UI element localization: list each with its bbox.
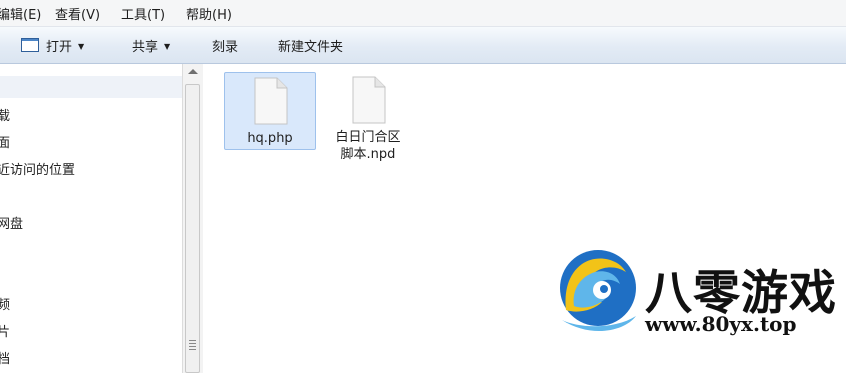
nav-item-recent-places[interactable]: 近访问的位置 bbox=[0, 159, 75, 178]
command-toolbar: 打开 ▼ 共享 ▼ 刻录 新建文件夹 bbox=[0, 27, 846, 64]
share-label: 共享 bbox=[132, 40, 159, 55]
window-icon bbox=[21, 38, 39, 52]
nav-item-desktop[interactable]: 面 bbox=[0, 132, 10, 151]
menu-tools[interactable]: 工具(T) bbox=[121, 4, 165, 23]
open-label: 打开 bbox=[46, 40, 73, 55]
nav-item-cloud-drive[interactable]: 网盘 bbox=[0, 213, 23, 232]
file-name-line1: 白日门合区 bbox=[335, 130, 401, 145]
grip-icon bbox=[189, 340, 196, 352]
nav-item-videos[interactable]: 频 bbox=[0, 294, 10, 313]
open-button[interactable]: 打开 ▼ bbox=[21, 36, 84, 55]
file-name-line2: 脚本.npd bbox=[340, 147, 396, 162]
dropdown-arrow-icon: ▼ bbox=[164, 42, 171, 51]
document-icon bbox=[254, 77, 288, 125]
share-button[interactable]: 共享 ▼ bbox=[132, 36, 170, 55]
menu-view[interactable]: 查看(V) bbox=[55, 4, 100, 23]
new-folder-button[interactable]: 新建文件夹 bbox=[278, 36, 343, 55]
file-item[interactable]: hq.php bbox=[224, 72, 316, 150]
menu-help[interactable]: 帮助(H) bbox=[186, 4, 232, 23]
file-name: hq.php bbox=[247, 131, 293, 146]
scroll-up-arrow-icon[interactable] bbox=[188, 69, 198, 74]
nav-hover-highlight bbox=[0, 76, 182, 98]
watermark: 八零游戏 www.80yx.top bbox=[554, 232, 846, 340]
menu-edit[interactable]: 编辑(E) bbox=[0, 4, 41, 23]
dropdown-arrow-icon: ▼ bbox=[78, 42, 85, 51]
file-item[interactable]: 白日门合区 脚本.npd bbox=[322, 72, 414, 172]
watermark-url: www.80yx.top bbox=[645, 312, 797, 336]
navigation-scrollbar[interactable] bbox=[182, 64, 204, 373]
wave-circle-logo bbox=[560, 250, 636, 332]
document-icon bbox=[352, 76, 386, 124]
menu-bar: 编辑(E) 查看(V) 工具(T) 帮助(H) bbox=[0, 0, 846, 27]
nav-item-documents[interactable]: 档 bbox=[0, 348, 10, 367]
nav-item-downloads[interactable]: 载 bbox=[0, 105, 10, 124]
navigation-pane: 夹 载 面 近访问的位置 网盘 频 片 档 bbox=[0, 64, 182, 373]
burn-button[interactable]: 刻录 bbox=[212, 36, 238, 55]
scroll-thumb[interactable] bbox=[185, 84, 200, 373]
nav-item-pictures[interactable]: 片 bbox=[0, 321, 10, 340]
